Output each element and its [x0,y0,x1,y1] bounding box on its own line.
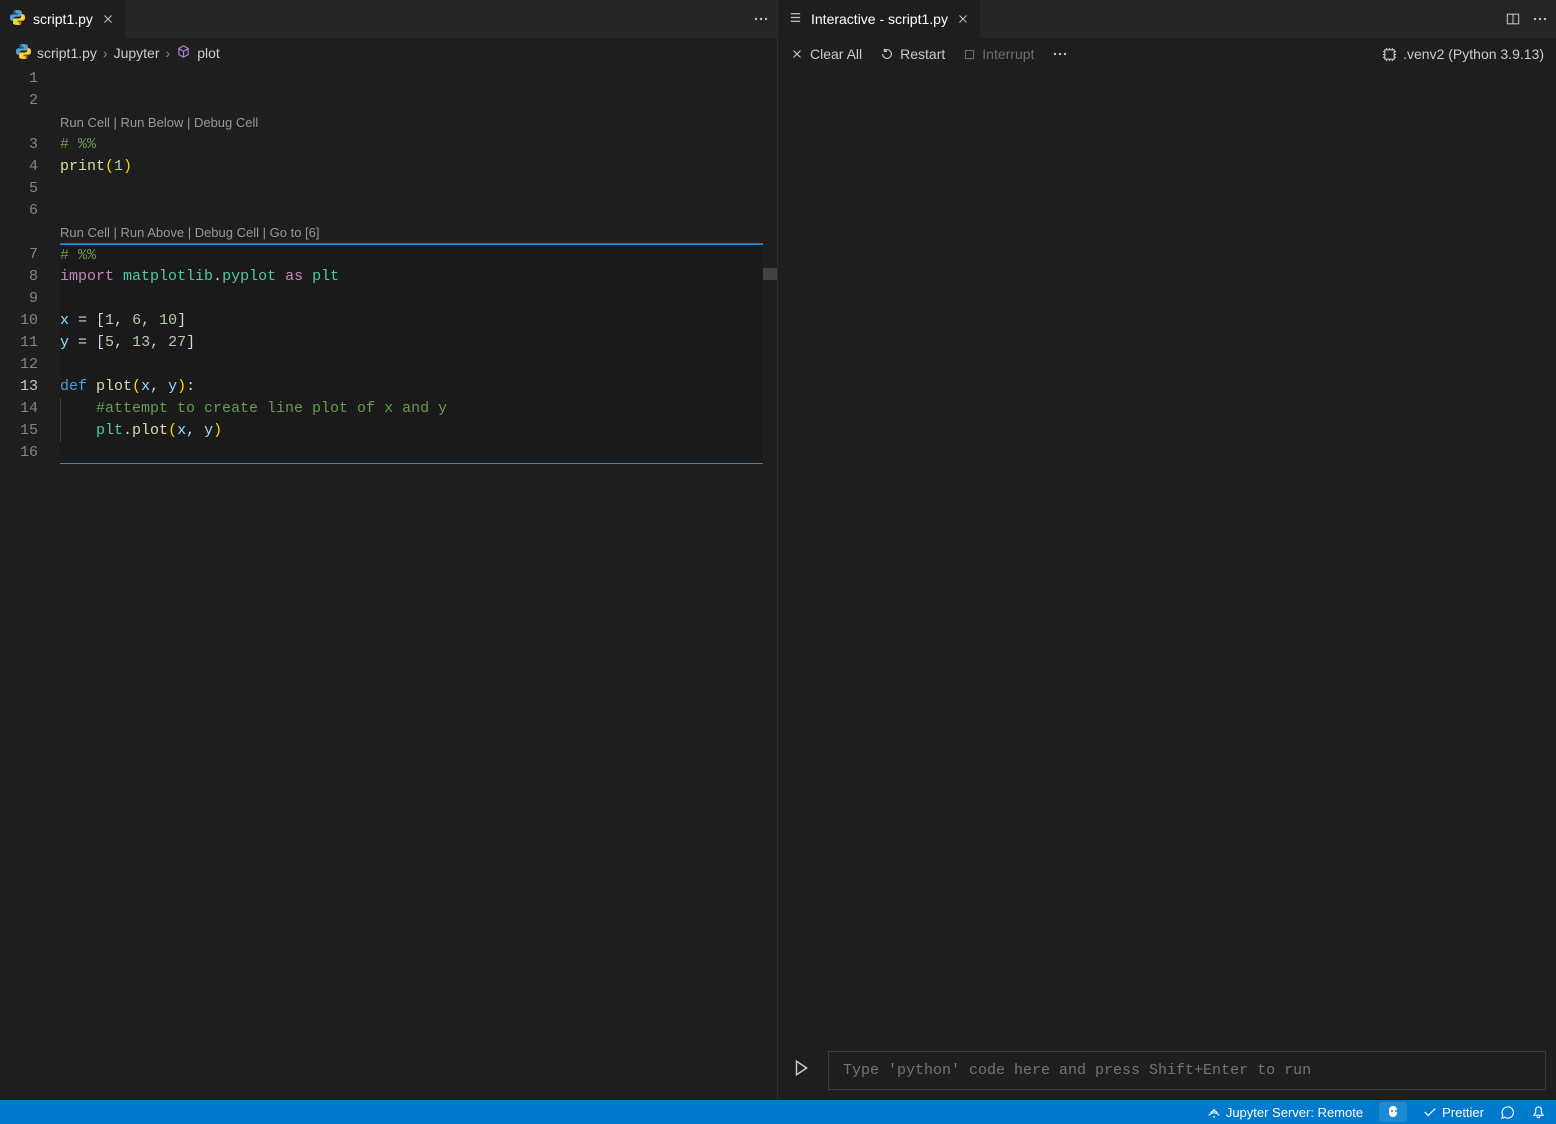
status-notifications[interactable] [1531,1105,1546,1120]
minimap[interactable] [763,68,777,1100]
close-icon[interactable] [956,12,970,26]
status-prettier[interactable]: Prettier [1423,1105,1484,1120]
codelens-cell1[interactable]: Run Cell | Run Below | Debug Cell [60,112,777,134]
code-line-10[interactable]: x = [1, 6, 10] [60,310,777,332]
status-bar: Jupyter Server: Remote Prettier [0,1100,1556,1124]
kernel-selector[interactable]: .venv2 (Python 3.9.13) [1382,46,1544,62]
editor-pane: script1.py script1.py › Jupyter › [0,0,778,1100]
status-feedback [1500,1105,1515,1120]
editor-body[interactable]: 1 2 3 4 5 6 7 8 9 10 11 12 13 14 15 16 [0,68,777,1100]
editor-tabs-bar: script1.py [0,0,777,38]
breadcrumb-symbol[interactable]: plot [197,45,220,61]
code-line-13[interactable]: def plot(x, y): [60,376,777,398]
python-icon [10,10,25,28]
interactive-input[interactable]: Type 'python' code here and press Shift+… [828,1051,1546,1090]
interactive-output [778,70,1556,1041]
code-line-14[interactable]: #attempt to create line plot of x and y [60,398,777,420]
method-icon [176,44,191,62]
codelens-cell2[interactable]: Run Cell | Run Above | Debug Cell | Go t… [60,222,777,244]
code-area[interactable]: Run Cell | Run Below | Debug Cell # %% p… [60,68,777,1100]
close-icon[interactable] [101,12,115,26]
breadcrumb[interactable]: script1.py › Jupyter › plot [0,38,777,68]
split-editor-icon[interactable] [1506,12,1520,26]
status-jupyter-server[interactable]: Jupyter Server: Remote [1207,1105,1363,1120]
interactive-input-row: Type 'python' code here and press Shift+… [778,1041,1556,1100]
interactive-icon [788,10,803,28]
code-line-3[interactable]: # %% [60,134,777,156]
editor-tab-script1[interactable]: script1.py [0,0,125,38]
code-line-7[interactable]: # %% [60,244,777,266]
more-icon[interactable] [1532,11,1548,27]
chevron-right-icon: › [103,45,108,61]
breadcrumb-scope[interactable]: Jupyter [114,45,160,61]
status-copilot[interactable] [1379,1102,1407,1122]
more-icon[interactable] [1052,46,1068,62]
chevron-right-icon: › [166,45,171,61]
execute-button[interactable] [788,1055,814,1086]
interactive-tab[interactable]: Interactive - script1.py [778,0,980,38]
interactive-tabs-bar: Interactive - script1.py [778,0,1556,38]
minimap-slider[interactable] [763,268,777,280]
clear-all-button[interactable]: Clear All [790,46,862,62]
interrupt-button: Interrupt [963,46,1034,62]
breadcrumb-file[interactable]: script1.py [37,45,97,61]
interactive-tab-title: Interactive - script1.py [811,11,948,27]
editor-tab-filename: script1.py [33,11,93,27]
interactive-toolbar: Clear All Restart Interrupt .venv2 (Pyth [778,38,1556,70]
python-icon [16,44,31,62]
code-line-4[interactable]: print(1) [60,156,777,178]
line-gutter: 1 2 3 4 5 6 7 8 9 10 11 12 13 14 15 16 [0,68,60,1100]
code-line-11[interactable]: y = [5, 13, 27] [60,332,777,354]
more-icon[interactable] [753,11,769,27]
interactive-pane: Interactive - script1.py Clea [778,0,1556,1100]
restart-button[interactable]: Restart [880,46,945,62]
code-line-8[interactable]: import matplotlib.pyplot as plt [60,266,777,288]
code-line-15[interactable]: plt.plot(x, y) [60,420,777,442]
